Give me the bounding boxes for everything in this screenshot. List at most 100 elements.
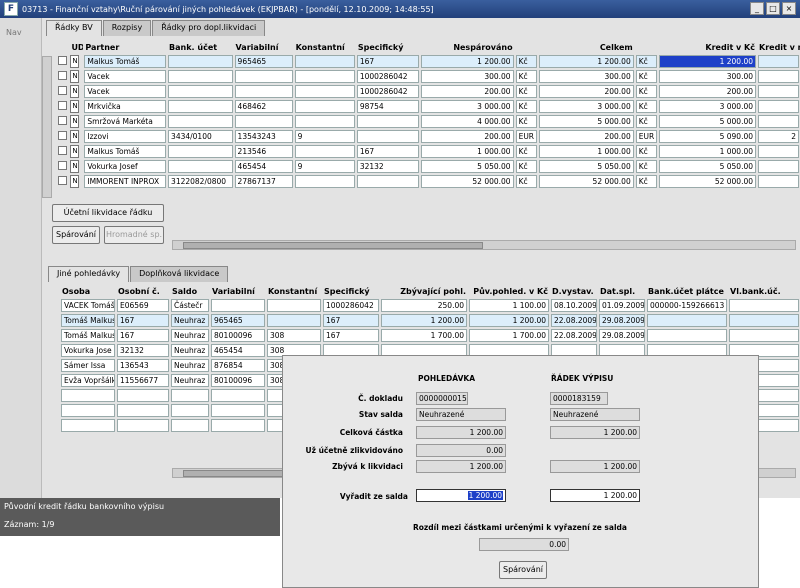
cell-osoba[interactable]: Vokurka Jose — [61, 344, 115, 357]
cell-bank[interactable] — [168, 145, 233, 158]
row-checkbox[interactable] — [57, 146, 67, 155]
cell-saldo[interactable]: Neuhraz — [171, 359, 209, 372]
cell-zbyv[interactable]: 250.00 — [381, 299, 467, 312]
cell-dvyst[interactable]: 22.08.2009 — [551, 329, 597, 342]
cell-konst[interactable] — [267, 299, 321, 312]
cell-dspl[interactable]: 29.08.2009 — [599, 329, 645, 342]
cell-cur1[interactable]: Kč — [515, 100, 538, 113]
parovani-button[interactable]: Spárování — [52, 226, 100, 244]
close-button[interactable]: × — [782, 2, 796, 15]
cell-konst[interactable] — [294, 145, 355, 158]
radek-vyradit-input[interactable]: 1 200.00 — [550, 489, 640, 502]
cell-partner[interactable]: Vacek — [84, 70, 167, 83]
cell-konst[interactable] — [294, 85, 355, 98]
cell-osoba[interactable]: Sámer Issa — [61, 359, 115, 372]
cell-konst[interactable] — [294, 70, 355, 83]
cell-cur2[interactable]: Kč — [635, 160, 658, 173]
cell-var[interactable] — [211, 299, 265, 312]
cell-var[interactable] — [234, 115, 293, 128]
cell-celkem[interactable]: 3 000.00 — [539, 100, 634, 113]
cell-kredit[interactable]: 200.00 — [659, 85, 756, 98]
cell-cur1[interactable]: Kč — [515, 160, 538, 173]
cell-cur2[interactable]: Kč — [635, 100, 658, 113]
cell-cur2[interactable]: Kč — [635, 85, 658, 98]
cell-var[interactable]: 876854 — [211, 359, 265, 372]
cell-spec[interactable] — [356, 115, 420, 128]
ucetni-likvidace-button[interactable]: Účetní likvidace řádku — [52, 204, 164, 222]
cell-kredit_m[interactable] — [758, 85, 799, 98]
cell-konst[interactable] — [294, 100, 355, 113]
cell-bank[interactable] — [647, 314, 727, 327]
cell-nesp[interactable]: 5 050.00 — [421, 160, 514, 173]
cell-kredit_m[interactable] — [758, 160, 799, 173]
row-checkbox[interactable] — [57, 161, 67, 170]
row-checkbox[interactable] — [57, 176, 67, 185]
cell-celkem[interactable]: 5 000.00 — [539, 115, 634, 128]
cell-partner[interactable]: Mrkvička — [84, 100, 167, 113]
cell-osoba[interactable]: Tomáš Malkus — [61, 329, 115, 342]
cell-vl[interactable] — [729, 314, 799, 327]
cell-konst[interactable] — [294, 115, 355, 128]
cell-puv[interactable]: 1 100.00 — [469, 299, 549, 312]
cell-osoba[interactable]: Evža Vopršálk — [61, 374, 115, 387]
table-row[interactable]: VACEK Tomáš E06569 Částečr 1000286042 250.00… — [60, 298, 800, 313]
cell-osoba[interactable]: Tomáš Malkus — [61, 314, 115, 327]
tab-rozpisy[interactable]: Rozpisy — [102, 20, 152, 36]
cell-kredit[interactable]: 52 000.00 — [659, 175, 756, 188]
cell-osoba[interactable]: VACEK Tomáš — [61, 299, 115, 312]
row-checkbox[interactable] — [57, 56, 67, 65]
cell-cur2[interactable]: Kč — [635, 175, 658, 188]
cell-var[interactable] — [211, 404, 265, 417]
cell-bank[interactable] — [168, 100, 233, 113]
cell-bank[interactable]: 3434/0100 — [168, 130, 233, 143]
cell-var[interactable]: 465454 — [211, 344, 265, 357]
cell-spec[interactable]: 167 — [323, 314, 379, 327]
cell-osc[interactable]: 136543 — [117, 359, 169, 372]
cell-partner[interactable]: Vacek — [84, 85, 167, 98]
cell-cur1[interactable]: Kč — [515, 175, 538, 188]
cell-saldo[interactable]: Neuhraz — [171, 314, 209, 327]
table-row[interactable]: Tomáš Malkus 167 Neuhraz 965465 167 1 200.00 1… — [60, 313, 800, 328]
cell-bank[interactable] — [168, 160, 233, 173]
cell-celkem[interactable]: 1 200.00 — [539, 55, 634, 68]
cell-var[interactable]: 80100096 — [211, 329, 265, 342]
cell-osc[interactable] — [117, 419, 169, 432]
cell-cur1[interactable]: Kč — [515, 85, 538, 98]
cell-kredit[interactable]: 1 200.00 — [659, 55, 756, 68]
cell-partner[interactable]: Malkus Tomáš — [84, 55, 167, 68]
cell-kredit[interactable]: 5 050.00 — [659, 160, 756, 173]
table-row[interactable]: N Malkus Tomáš 965465 167 1 200.00 Kč 1 200.00… — [48, 54, 800, 69]
table-row[interactable]: N Vacek 1000286042 200.00 Kč 200.00 Kč 200.00 — [48, 84, 800, 99]
cell-partner[interactable]: Malkus Tomáš — [84, 145, 167, 158]
cell-celkem[interactable]: 52 000.00 — [539, 175, 634, 188]
cell-osoba[interactable] — [61, 389, 115, 402]
cell-konst[interactable] — [294, 55, 355, 68]
cell-saldo[interactable] — [171, 419, 209, 432]
nav-label[interactable]: Nav — [6, 28, 22, 37]
cell-cur1[interactable]: Kč — [515, 55, 538, 68]
cell-saldo[interactable]: Neuhraz — [171, 344, 209, 357]
cell-saldo[interactable]: Neuhraz — [171, 329, 209, 342]
cell-dspl[interactable]: 01.09.2009 — [599, 299, 645, 312]
cell-vl[interactable] — [729, 299, 799, 312]
cell-var[interactable]: 80100096 — [211, 374, 265, 387]
top-hscroll-thumb[interactable] — [183, 242, 483, 249]
cell-konst[interactable]: 308 — [267, 329, 321, 342]
cell-nesp[interactable]: 4 000.00 — [421, 115, 514, 128]
cell-osc[interactable]: 11556677 — [117, 374, 169, 387]
cell-konst[interactable] — [267, 314, 321, 327]
cell-kredit[interactable]: 5 000.00 — [659, 115, 756, 128]
cell-celkem[interactable]: 5 050.00 — [539, 160, 634, 173]
cell-puv[interactable]: 1 700.00 — [469, 329, 549, 342]
table-row[interactable]: N Vokurka Josef 465454 9 32132 5 050.00 Kč 5 05… — [48, 159, 800, 174]
cell-dspl[interactable]: 29.08.2009 — [599, 314, 645, 327]
cell-cur2[interactable]: EUR — [635, 130, 658, 143]
tab-radky-dopl[interactable]: Řádky pro dopl.likvidaci — [152, 20, 266, 36]
cell-var[interactable]: 465454 — [234, 160, 293, 173]
cell-partner[interactable]: Izzovi — [84, 130, 167, 143]
cell-saldo[interactable]: Neuhraz — [171, 374, 209, 387]
cell-bank[interactable] — [168, 115, 233, 128]
cell-cur2[interactable]: Kč — [635, 55, 658, 68]
cell-nesp[interactable]: 200.00 — [421, 130, 514, 143]
cell-var[interactable]: 965465 — [211, 314, 265, 327]
